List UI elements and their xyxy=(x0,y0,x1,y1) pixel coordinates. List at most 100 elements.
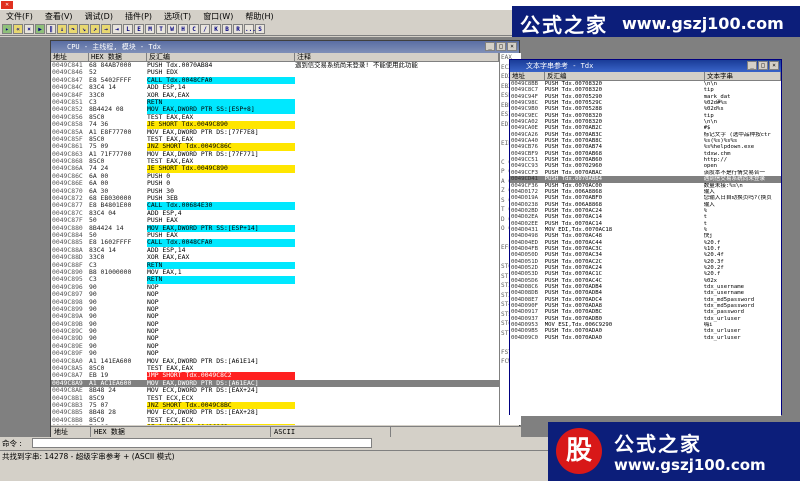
disasm-row[interactable]: 0049C88D 33C0 XOR EAX,EAX xyxy=(51,254,499,261)
disasm-row[interactable]: 0049C851 C3 RETN xyxy=(51,98,499,107)
disasm-row[interactable]: 0049C89D 90 NOP xyxy=(51,335,499,342)
step-over-icon[interactable]: ↷ xyxy=(68,23,78,34)
toolbar-window-button[interactable]: S xyxy=(255,23,265,34)
trace-over-icon[interactable]: ↗ xyxy=(90,23,100,34)
close-icon[interactable]: × xyxy=(507,42,517,51)
disasm-row[interactable]: 0049C89E 90 NOP xyxy=(51,343,499,350)
disasm-row[interactable]: 0049C897 90 NOP xyxy=(51,291,499,298)
disasm-row[interactable]: 0049C877 E8 B4801E00 CALL Tdx.00684E30 xyxy=(51,202,499,210)
disasm-row[interactable]: 0049C841 68 84AB7000 PUSH Tdx.0070AB84 遇到信交… xyxy=(51,62,499,69)
sref-row[interactable]: 004D09C0 PUSH Tdx.0070ADA0 tdx_urluser xyxy=(510,335,781,341)
disasm-row[interactable]: 0049C8B8 85C9 TEST ECX,ECX xyxy=(51,417,499,424)
disasm-row[interactable]: 0049C847 E8 5402FFFF CALL Tdx.0048CFA0 xyxy=(51,76,499,85)
menu-item[interactable]: 查看(V) xyxy=(39,11,79,22)
disasm-row[interactable]: 0049C899 90 NOP xyxy=(51,306,499,313)
disasm-row[interactable]: 0049C895 C3 RETN xyxy=(51,276,499,284)
menu-item[interactable]: 插件(P) xyxy=(119,11,158,22)
disasm-row[interactable]: 0049C861 75 09 JNZ SHORT Tdx.0049C86C xyxy=(51,143,499,151)
disasm-row[interactable]: 0049C8BA74 06JE SHORT Tdx.0049C8C2 xyxy=(51,424,499,425)
disasm-row[interactable]: 0049C8A0 A1 141EA600 MOV EAX,DWORD PTR DS:… xyxy=(51,358,499,365)
disasm-row[interactable]: 0049C8A5 85C0 TEST EAX,EAX xyxy=(51,365,499,372)
menu-item[interactable]: 窗口(W) xyxy=(197,11,239,22)
disasm-row[interactable]: 0049C85F 85C0 TEST EAX,EAX xyxy=(51,136,499,143)
disassembly-pane[interactable]: 地址 HEX 数据 反汇编 注释 0049C841 68 84AB7000 PUSH… xyxy=(51,53,499,425)
disasm-row[interactable]: 0049C858 74 36 JE SHORT Tdx.0049C890 xyxy=(51,121,499,129)
disasm-row[interactable]: 0049C868 85C0 TEST EAX,EAX xyxy=(51,158,499,165)
cpu-window-titlebar[interactable]: CPU - 主线程, 模块 - Tdx _ □ × xyxy=(51,41,519,53)
disasm-row[interactable]: 0049C87C 83C4 04 ADD ESP,4 xyxy=(51,210,499,217)
restart-icon[interactable]: « xyxy=(13,23,23,34)
sref-col-address[interactable]: 地址 xyxy=(510,72,545,80)
disasm-row[interactable]: 0049C89C 90 NOP xyxy=(51,328,499,335)
minimize-icon[interactable]: _ xyxy=(485,42,495,51)
disasm-row[interactable]: 0049C884 50 PUSH EAX xyxy=(51,232,499,239)
maximize-icon[interactable]: □ xyxy=(496,42,506,51)
goto-icon[interactable]: ⇥ xyxy=(112,23,122,34)
sref-titlebar[interactable]: 文本字串参考 - Tdx _ □ × xyxy=(510,60,781,72)
disasm-row[interactable]: 0049C8B1 85C9 TEST ECX,ECX xyxy=(51,395,499,402)
maximize-icon[interactable]: □ xyxy=(758,61,768,70)
col-comment[interactable]: 注释 xyxy=(295,53,499,61)
disasm-row[interactable]: 0049C863 A1 71F77700 MOV EAX,DWORD PTR DS:… xyxy=(51,151,499,158)
disasm-row[interactable]: 0049C89B 90 NOP xyxy=(51,321,499,328)
menu-item[interactable]: 选项(T) xyxy=(158,11,197,22)
disasm-row[interactable]: 0049C89A 90 NOP xyxy=(51,313,499,320)
disasm-row[interactable]: 0049C88F C3 RETN xyxy=(51,261,499,269)
disasm-row[interactable]: 0049C8A7 EB 19 JMP SHORT Tdx.0049C8C2 xyxy=(51,372,499,380)
disasm-row[interactable]: 0049C87F 50 PUSH EAX xyxy=(51,217,499,224)
sref-col-disasm[interactable]: 反汇编 xyxy=(545,72,705,80)
pause-icon[interactable]: ‖ xyxy=(46,23,56,34)
toolbar-window-button[interactable]: ... xyxy=(244,23,256,34)
disasm-row[interactable]: 0049C846 52 PUSH EDX xyxy=(51,69,499,76)
disasm-row[interactable]: 0049C8A9 A1 AC1EA600 MOV EAX,DWORD PTR DS:… xyxy=(51,379,499,388)
toolbar-window-button[interactable]: T xyxy=(156,23,166,34)
sref-list[interactable]: 0049C8BB PUSH Tdx.00708320 \n\n 0049C8C7 PUS… xyxy=(510,81,781,416)
close-icon[interactable]: × xyxy=(769,61,779,70)
command-input[interactable] xyxy=(31,438,372,448)
disasm-row[interactable]: 0049C898 90 NOP xyxy=(51,299,499,306)
disasm-row[interactable]: 0049C872 68 EB030000 PUSH 3EB xyxy=(51,195,499,202)
menu-item[interactable]: 帮助(H) xyxy=(239,11,279,22)
col-disasm[interactable]: 反汇编 xyxy=(147,53,295,61)
toolbar-window-button[interactable]: H xyxy=(178,23,188,34)
run-icon[interactable]: ▶ xyxy=(35,23,45,34)
disasm-row[interactable]: 0049C8B5 8B48 28 MOV ECX,DWORD PTR DS:[EAX… xyxy=(51,409,499,416)
disasm-row[interactable]: 0049C896 90 NOP xyxy=(51,284,499,291)
disasm-row[interactable]: 0049C8B3 75 07 JNZ SHORT Tdx.0049C8BC xyxy=(51,401,499,410)
step-into-icon[interactable]: ↓ xyxy=(57,23,67,34)
toolbar-window-button[interactable]: B xyxy=(222,23,232,34)
open-icon[interactable]: ▸ xyxy=(2,23,12,34)
disasm-row[interactable]: 0049C890 B8 01000000 MOV EAX,1 xyxy=(51,269,499,276)
toolbar-window-button[interactable]: E xyxy=(134,23,144,34)
disasm-row[interactable]: 0049C89F 90 NOP xyxy=(51,350,499,357)
toolbar-window-button[interactable]: / xyxy=(200,23,210,34)
minimize-icon[interactable]: _ xyxy=(747,61,757,70)
toolbar-window-button[interactable]: K xyxy=(211,23,221,34)
sref-col-text[interactable]: 文本字串 xyxy=(705,72,781,80)
execute-till-return-icon[interactable]: → xyxy=(101,23,111,34)
disasm-row[interactable]: 0049C852 8B4424 08 MOV EAX,DWORD PTR SS:[E… xyxy=(51,106,499,114)
col-address[interactable]: 地址 xyxy=(51,53,89,61)
disasm-row[interactable]: 0049C84C 83C4 14 ADD ESP,14 xyxy=(51,84,499,91)
toolbar-window-button[interactable]: R xyxy=(233,23,243,34)
disasm-row[interactable]: 0049C885 E8 1602FFFF CALL Tdx.0048CFA0 xyxy=(51,239,499,247)
trace-into-icon[interactable]: ↘ xyxy=(79,23,89,34)
toolbar-window-button[interactable]: W xyxy=(167,23,177,34)
disasm-row[interactable]: 0049C86C 6A 00 PUSH 0 xyxy=(51,173,499,180)
disasm-row[interactable]: 0049C870 6A 30 PUSH 30 xyxy=(51,188,499,195)
disasm-row[interactable]: 0049C856 85C0 TEST EAX,EAX xyxy=(51,114,499,121)
menu-item[interactable]: 调试(D) xyxy=(79,11,119,22)
toolbar-window-button[interactable]: L xyxy=(123,23,133,34)
disasm-row[interactable]: 0049C86E 6A 00 PUSH 0 xyxy=(51,180,499,187)
toolbar-window-button[interactable]: M xyxy=(145,23,155,34)
disasm-row[interactable]: 0049C86A 74 24 JE SHORT Tdx.0049C890 xyxy=(51,165,499,173)
disasm-row[interactable]: 0049C880 8B4424 14 MOV EAX,DWORD PTR SS:[E… xyxy=(51,224,499,232)
disasm-row[interactable]: 0049C88A 83C4 14 ADD ESP,14 xyxy=(51,247,499,254)
menu-item[interactable]: 文件(F) xyxy=(0,11,39,22)
close-icon[interactable]: × xyxy=(24,23,34,34)
disasm-row[interactable]: 0049C84F 33C0 XOR EAX,EAX xyxy=(51,92,499,99)
toolbar-window-button[interactable]: C xyxy=(189,23,199,34)
col-hex[interactable]: HEX 数据 xyxy=(89,53,147,61)
disasm-row[interactable]: 0049C8AE 8B48 24 MOV ECX,DWORD PTR DS:[EAX… xyxy=(51,387,499,394)
disasm-row[interactable]: 0049C85A A1 E8F77700 MOV EAX,DWORD PTR DS:… xyxy=(51,129,499,136)
